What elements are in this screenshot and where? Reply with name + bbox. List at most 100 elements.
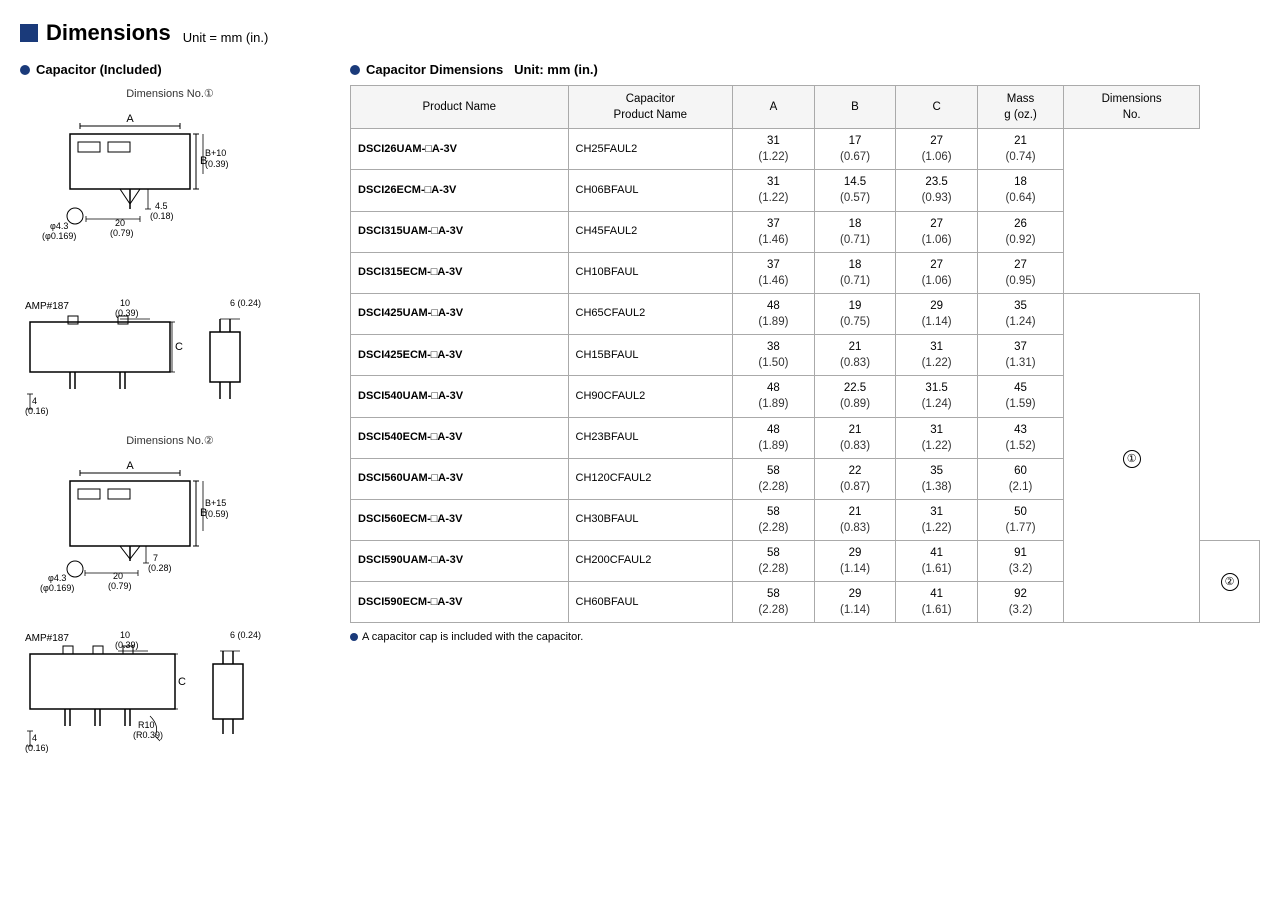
- cell-c: 31(1.22): [896, 335, 978, 376]
- svg-text:(0.39): (0.39): [115, 640, 139, 650]
- left-section-title: Capacitor (Included): [20, 62, 320, 77]
- right-panel: Capacitor Dimensions Unit: mm (in.) Prod…: [350, 62, 1260, 643]
- cell-a: 58(2.28): [733, 541, 815, 582]
- table-title: Capacitor Dimensions Unit: mm (in.): [366, 62, 598, 77]
- col-cap-product-name: CapacitorProduct Name: [568, 86, 733, 129]
- table-bullet-icon: [350, 65, 360, 75]
- page-header: Dimensions Unit = mm (in.): [20, 20, 1260, 46]
- cell-mass: 50(1.77): [977, 499, 1063, 540]
- cell-c: 23.5(0.93): [896, 170, 978, 211]
- svg-text:4.5: 4.5: [155, 201, 168, 211]
- cell-b: 22.5(0.89): [814, 376, 896, 417]
- cell-dim-no: ②: [1200, 541, 1260, 623]
- diagram1: A B B+10 (0.39): [20, 104, 320, 284]
- cell-mass: 45(1.59): [977, 376, 1063, 417]
- svg-text:A: A: [126, 460, 134, 472]
- cell-cap-product: CH30BFAUL: [568, 499, 733, 540]
- col-dim-no: DimensionsNo.: [1064, 86, 1200, 129]
- diagram2: A B B+15 (0.59): [20, 451, 320, 621]
- cell-cap-product: CH90CFAUL2: [568, 376, 733, 417]
- cell-b: 18(0.71): [814, 211, 896, 252]
- svg-text:AMP#187: AMP#187: [25, 301, 69, 312]
- cell-cap-product: CH65CFAUL2: [568, 293, 733, 334]
- cell-c: 29(1.14): [896, 293, 978, 334]
- cell-b: 14.5(0.57): [814, 170, 896, 211]
- svg-text:20: 20: [113, 571, 123, 581]
- dim2-label: Dimensions No.②: [20, 434, 320, 447]
- cell-b: 17(0.67): [814, 129, 896, 170]
- svg-text:A: A: [126, 113, 134, 125]
- svg-text:C: C: [178, 676, 186, 688]
- cell-mass: 43(1.52): [977, 417, 1063, 458]
- svg-text:20: 20: [115, 218, 125, 228]
- cell-product-name: DSCI540UAM-□A-3V: [351, 376, 569, 417]
- page-title: Dimensions: [20, 20, 171, 46]
- svg-text:(0.16): (0.16): [25, 743, 49, 753]
- cell-a: 31(1.22): [733, 129, 815, 170]
- bullet-icon: [20, 65, 30, 75]
- col-a: A: [733, 86, 815, 129]
- cell-a: 31(1.22): [733, 170, 815, 211]
- cell-product-name: DSCI425UAM-□A-3V: [351, 293, 569, 334]
- svg-text:10: 10: [120, 630, 130, 640]
- cell-cap-product: CH120CFAUL2: [568, 458, 733, 499]
- cell-product-name: DSCI590ECM-□A-3V: [351, 582, 569, 623]
- svg-text:4: 4: [32, 396, 37, 406]
- svg-text:(R0.39): (R0.39): [133, 730, 163, 740]
- cell-cap-product: CH15BFAUL: [568, 335, 733, 376]
- cell-b: 19(0.75): [814, 293, 896, 334]
- cell-b: 29(1.14): [814, 582, 896, 623]
- unit-label: Unit = mm (in.): [183, 30, 269, 45]
- svg-text:(0.39): (0.39): [205, 159, 229, 169]
- svg-text:R10: R10: [138, 720, 155, 730]
- svg-text:(φ0.169): (φ0.169): [42, 231, 76, 241]
- cell-a: 37(1.46): [733, 252, 815, 293]
- cell-c: 35(1.38): [896, 458, 978, 499]
- cell-a: 48(1.89): [733, 417, 815, 458]
- cell-cap-product: CH10BFAUL: [568, 252, 733, 293]
- col-b: B: [814, 86, 896, 129]
- cell-c: 27(1.06): [896, 211, 978, 252]
- cell-mass: 21(0.74): [977, 129, 1063, 170]
- cell-cap-product: CH23BFAUL: [568, 417, 733, 458]
- table-row: DSCI315ECM-□A-3VCH10BFAUL37(1.46)18(0.71…: [351, 252, 1260, 293]
- cell-b: 21(0.83): [814, 499, 896, 540]
- cell-a: 48(1.89): [733, 293, 815, 334]
- cell-a: 48(1.89): [733, 376, 815, 417]
- svg-text:6 (0.24): 6 (0.24): [230, 630, 261, 640]
- cell-product-name: DSCI540ECM-□A-3V: [351, 417, 569, 458]
- cell-mass: 18(0.64): [977, 170, 1063, 211]
- capacitor-table: Product Name CapacitorProduct Name A B C…: [350, 85, 1260, 623]
- cell-product-name: DSCI560ECM-□A-3V: [351, 499, 569, 540]
- col-c: C: [896, 86, 978, 129]
- cell-c: 27(1.06): [896, 129, 978, 170]
- cell-c: 31(1.22): [896, 499, 978, 540]
- main-layout: Capacitor (Included) Dimensions No.① A B: [20, 62, 1260, 771]
- cell-b: 29(1.14): [814, 541, 896, 582]
- cell-dim-no: ①: [1064, 293, 1200, 623]
- cell-product-name: DSCI26ECM-□A-3V: [351, 170, 569, 211]
- cell-b: 22(0.87): [814, 458, 896, 499]
- cell-a: 37(1.46): [733, 211, 815, 252]
- footnote: A capacitor cap is included with the cap…: [350, 631, 1260, 643]
- cell-cap-product: CH25FAUL2: [568, 129, 733, 170]
- svg-text:C: C: [175, 341, 183, 353]
- svg-text:φ4.3: φ4.3: [50, 221, 68, 231]
- cell-product-name: DSCI315UAM-□A-3V: [351, 211, 569, 252]
- svg-text:6 (0.24): 6 (0.24): [230, 298, 261, 308]
- cell-b: 18(0.71): [814, 252, 896, 293]
- svg-text:(0.18): (0.18): [150, 211, 174, 221]
- cell-a: 58(2.28): [733, 582, 815, 623]
- cell-product-name: DSCI590UAM-□A-3V: [351, 541, 569, 582]
- svg-text:10: 10: [120, 298, 130, 308]
- svg-text:(0.59): (0.59): [205, 509, 229, 519]
- svg-text:(0.28): (0.28): [148, 563, 172, 573]
- svg-text:(0.16): (0.16): [25, 406, 49, 416]
- cell-c: 27(1.06): [896, 252, 978, 293]
- cell-mass: 26(0.92): [977, 211, 1063, 252]
- dim1-label: Dimensions No.①: [20, 87, 320, 100]
- cell-product-name: DSCI26UAM-□A-3V: [351, 129, 569, 170]
- cell-mass: 35(1.24): [977, 293, 1063, 334]
- left-panel: Capacitor (Included) Dimensions No.① A B: [20, 62, 320, 771]
- cell-c: 41(1.61): [896, 582, 978, 623]
